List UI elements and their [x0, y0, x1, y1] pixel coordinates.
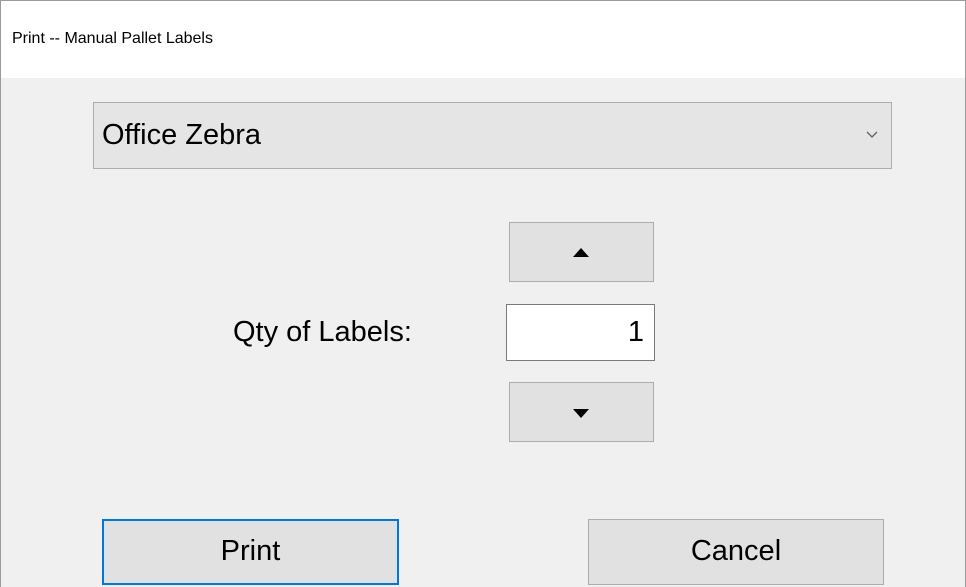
qty-input[interactable]: 1: [506, 304, 655, 361]
qty-label: Qty of Labels:: [233, 316, 412, 348]
print-button[interactable]: Print: [102, 519, 399, 585]
decrement-button[interactable]: [509, 382, 654, 442]
printer-select-value: Office Zebra: [102, 119, 262, 151]
increment-button[interactable]: [509, 222, 654, 282]
dialog-body: Office Zebra Qty of Labels: 1 Print Canc…: [1, 78, 965, 587]
print-dialog: Print -- Manual Pallet Labels Office Zeb…: [0, 0, 966, 587]
triangle-down-icon: [571, 406, 591, 418]
triangle-up-icon: [571, 246, 591, 258]
title-bar: Print -- Manual Pallet Labels: [1, 0, 965, 78]
window-title: Print -- Manual Pallet Labels: [12, 30, 213, 47]
printer-select[interactable]: Office Zebra: [93, 102, 892, 169]
cancel-button[interactable]: Cancel: [588, 519, 884, 585]
chevron-down-icon: [863, 125, 881, 143]
